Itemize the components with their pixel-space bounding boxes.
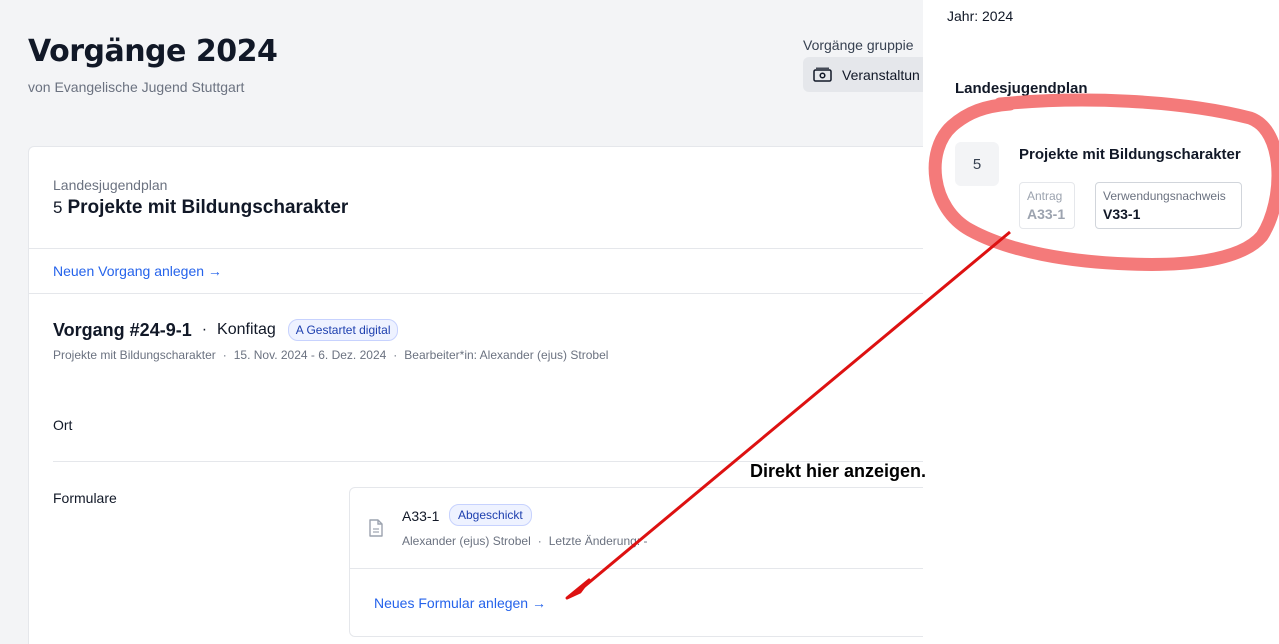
meta-category: Projekte mit Bildungscharakter <box>53 348 216 362</box>
meta-separator: · <box>537 534 542 548</box>
form-name[interactable]: A33-1 <box>402 508 439 524</box>
grouping-value: Veranstaltun <box>842 66 920 83</box>
ort-label: Ort <box>53 417 73 433</box>
divider <box>350 568 947 569</box>
antrag-value: A33-1 <box>1027 206 1066 222</box>
vorgang-type: Konfitag <box>217 321 276 338</box>
card-category: Landesjugendplan <box>53 177 168 193</box>
separator-dot: · <box>201 321 208 338</box>
document-icon <box>369 519 383 537</box>
divider <box>29 293 947 294</box>
divider <box>29 248 947 249</box>
form-meta: Alexander (ejus) Strobel · Letzte Änderung… <box>402 534 647 548</box>
grouping-select[interactable]: Veranstaltun <box>803 57 943 92</box>
new-vorgang-link[interactable]: Neuen Vorgang anlegen → <box>53 263 222 279</box>
new-form-link[interactable]: Neues Formular anlegen → <box>374 595 546 611</box>
project-title: Projekte mit Bildungscharakter <box>1019 146 1241 163</box>
meta-separator: · <box>393 348 398 362</box>
card-title: 5 Projekte mit Bildungscharakter <box>53 197 348 219</box>
page-subtitle: von Evangelische Jugend Stuttgart <box>28 79 245 95</box>
side-panel: Jahr: 2024 Landesjugendplan 5 Projekte m… <box>923 0 1279 644</box>
card-number: 5 <box>53 198 63 217</box>
vorgang-header: Vorgang #24-9-1 · Konfitag A Gestartet d… <box>53 319 399 341</box>
form-author: Alexander (ejus) Strobel <box>402 534 531 548</box>
meta-date: 15. Nov. 2024 - 6. Dez. 2024 <box>233 348 387 362</box>
annotation-text: Direkt hier anzeigen. <box>750 461 927 481</box>
form-list: A33-1 Abgeschickt Alexander (ejus) Strob… <box>349 487 947 637</box>
card-title-text: Projekte mit Bildungscharakter <box>67 197 349 218</box>
vorgang-title[interactable]: Vorgang #24-9-1 <box>53 320 192 341</box>
year-label: Jahr: 2024 <box>947 8 1014 24</box>
verwendungsnachweis-box[interactable]: Verwendungsnachweis V33-1 <box>1095 182 1242 229</box>
vorgang-group-card: Landesjugendplan 5 Projekte mit Bildungsc… <box>28 146 948 644</box>
form-status-badge: Abgeschickt <box>449 504 532 526</box>
vorgang-meta: Projekte mit Bildungscharakter · 15. Nov. … <box>53 348 608 362</box>
verwendungsnachweis-value: V33-1 <box>1103 206 1141 222</box>
antrag-label: Antrag <box>1027 189 1063 203</box>
meta-editor: Bearbeiter*in: Alexander (ejus) Strobel <box>404 348 609 362</box>
formulare-label: Formulare <box>53 490 117 506</box>
money-icon <box>813 67 832 82</box>
antrag-box[interactable]: Antrag A33-1 <box>1019 182 1075 229</box>
verwendungsnachweis-label: Verwendungsnachweis <box>1103 189 1226 203</box>
project-number: 5 <box>955 142 999 186</box>
section-title: Landesjugendplan <box>955 80 1088 97</box>
grouping-label: Vorgänge gruppie <box>803 37 914 53</box>
status-badge: A Gestartet digital <box>287 319 399 341</box>
form-last-change: Letzte Änderung: - <box>548 534 648 548</box>
meta-separator: · <box>222 348 227 362</box>
page-title: Vorgänge 2024 <box>28 34 278 69</box>
